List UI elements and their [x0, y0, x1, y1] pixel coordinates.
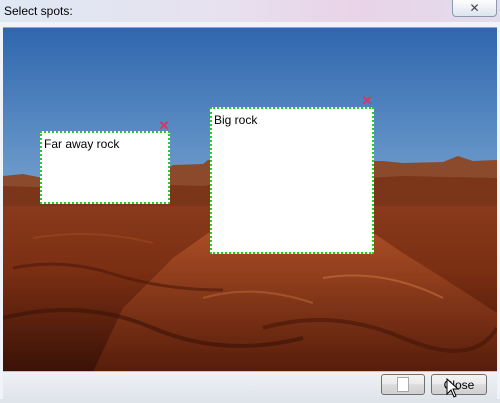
button-image-placeholder	[397, 377, 409, 392]
blank-button[interactable]	[381, 374, 425, 395]
spot-label: Far away rock	[44, 137, 120, 151]
spot-box-big-rock[interactable]: Big rock	[210, 107, 374, 254]
spot-label: Big rock	[214, 113, 258, 127]
remove-spot-icon[interactable]: ✕	[361, 94, 373, 107]
window-title: Select spots:	[4, 4, 73, 18]
title-bar: Select spots:	[0, 0, 500, 22]
mouse-cursor-icon	[446, 378, 460, 398]
close-icon: ✕	[469, 0, 480, 15]
bottom-edge	[0, 399, 500, 403]
window-close-button[interactable]: ✕	[452, 0, 497, 17]
spot-box-far-away-rock[interactable]: Far away rock	[40, 131, 170, 204]
remove-spot-icon[interactable]: ✕	[158, 119, 170, 132]
